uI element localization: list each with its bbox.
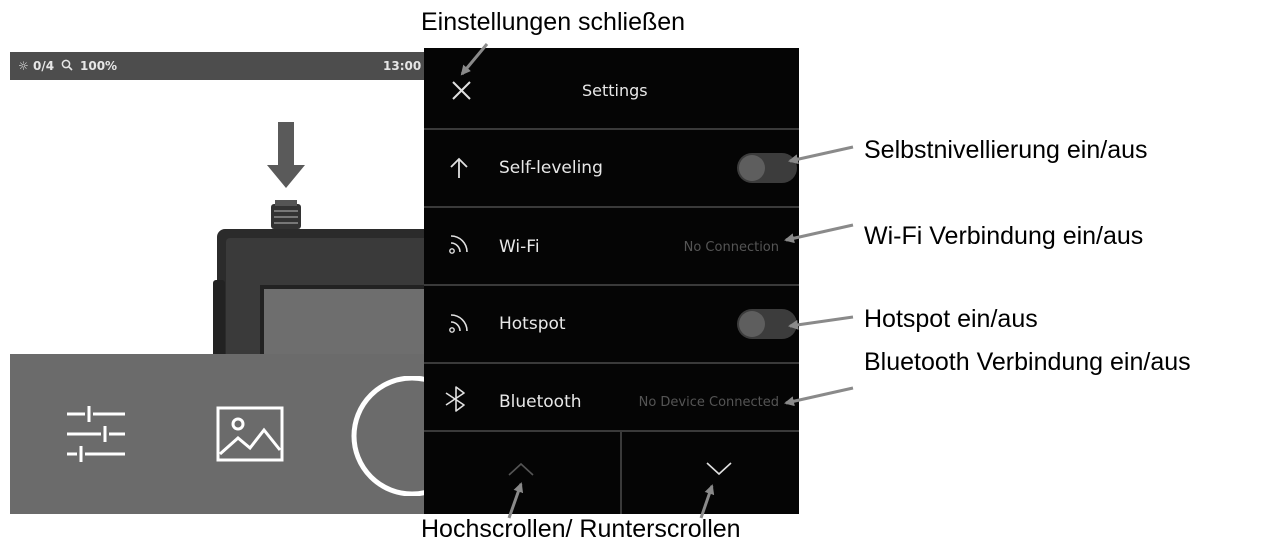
annotation-close-settings: Einstellungen schließen <box>421 8 686 36</box>
annotation-hotspot: Hotspot ein/aus <box>864 305 1038 333</box>
annotation-scroll: Hochscrollen/ Runterscrollen <box>421 515 741 543</box>
annotation-arrows <box>460 43 854 519</box>
annotation-self-leveling: Selbstnivellierung ein/aus <box>864 136 1148 164</box>
annotation-wifi: Wi-Fi Verbindung ein/aus <box>864 222 1144 250</box>
annotation-bluetooth: Bluetooth Verbindung ein/aus <box>864 348 1191 376</box>
